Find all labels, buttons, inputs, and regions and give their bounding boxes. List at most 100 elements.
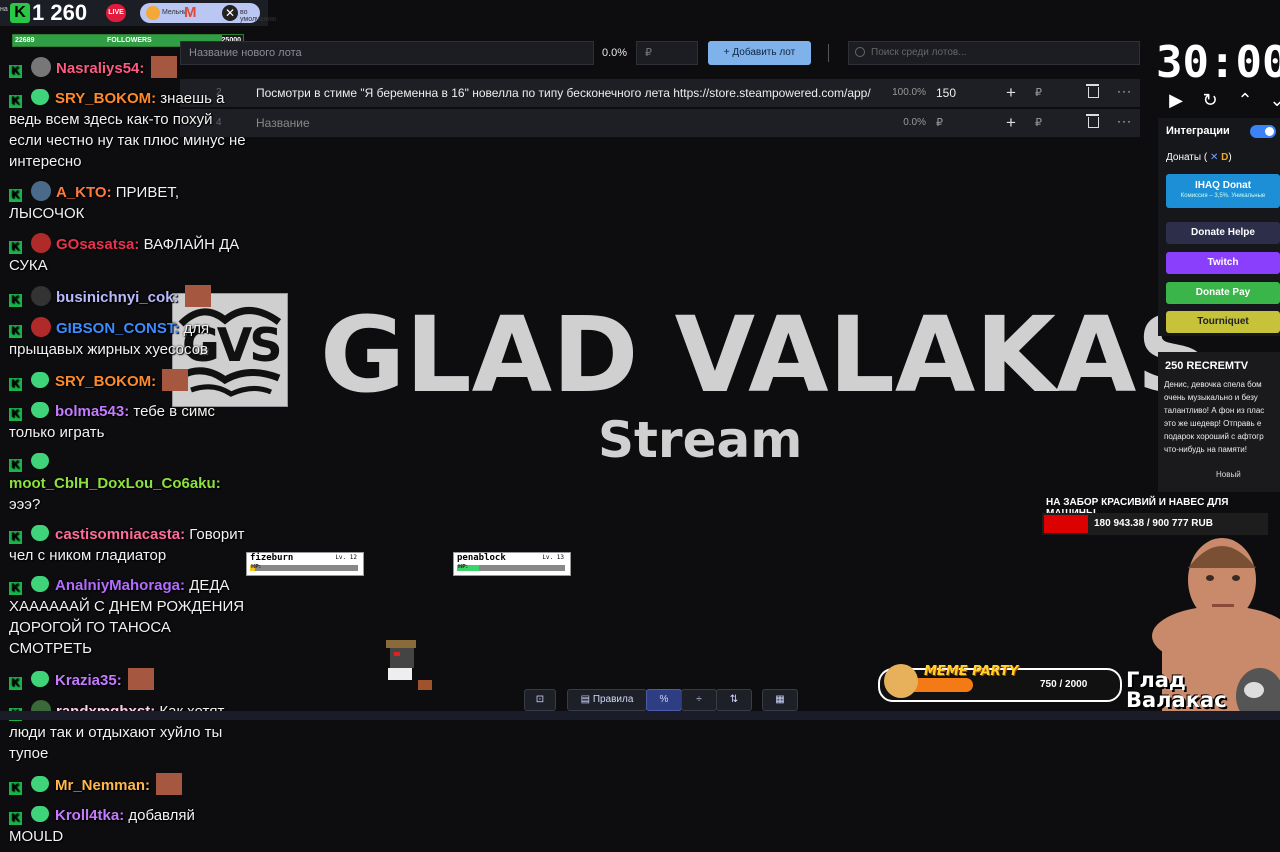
subscriber-badge-icon bbox=[31, 806, 49, 822]
chat-message: K GOsasatsa: ВАФЛАЙН ДА СУКА bbox=[0, 229, 252, 281]
rules-button[interactable]: ▤ Правила bbox=[567, 689, 647, 711]
meme-party-count: 750 / 2000 bbox=[1040, 679, 1088, 690]
subscriber-badge-icon bbox=[31, 671, 49, 687]
lot-row[interactable]: 4 Название 0.0% ₽ + ₽ ··· bbox=[180, 109, 1140, 137]
user-avatar bbox=[31, 57, 51, 77]
chat-username[interactable]: GOsasatsa bbox=[56, 236, 134, 253]
subscriber-badge-icon bbox=[31, 402, 49, 418]
add-amount-icon[interactable]: + bbox=[1006, 109, 1016, 137]
chevron-down-icon[interactable]: ⌄ bbox=[1268, 90, 1280, 112]
subscriber-badge-icon bbox=[31, 776, 49, 792]
chat-emote-icon bbox=[162, 369, 189, 391]
toolbar-divider bbox=[828, 44, 829, 62]
add-lot-button[interactable]: + Добавить лот bbox=[708, 41, 811, 65]
integrations-toggle[interactable] bbox=[1250, 125, 1276, 138]
more-icon[interactable]: ··· bbox=[1117, 79, 1132, 103]
player-card: fizeburn Lv. 12 HP: bbox=[246, 552, 364, 576]
chat-username[interactable]: bolma543 bbox=[55, 403, 124, 420]
reset-icon[interactable]: ↻ bbox=[1201, 90, 1219, 112]
chat-message: K Nasraliys54: bbox=[0, 52, 252, 84]
rules-label: Правила bbox=[592, 694, 634, 705]
donation-goal-fill bbox=[1044, 515, 1088, 533]
player-hp-bar: HP: bbox=[457, 564, 565, 571]
chat-message: K Krazia35: bbox=[0, 664, 252, 696]
chevron-up-icon[interactable]: ⌃ bbox=[1236, 90, 1254, 112]
more-icon[interactable]: ··· bbox=[1117, 109, 1132, 133]
divide-icon[interactable]: ÷ bbox=[681, 689, 717, 711]
kick-badge-icon: K bbox=[9, 294, 22, 307]
subscriber-badge-icon bbox=[31, 89, 49, 105]
chat-username[interactable]: castisomniacasta bbox=[55, 526, 180, 543]
chat-username[interactable]: Kroll4tka bbox=[55, 807, 119, 824]
chat-username[interactable]: Nasraliys54 bbox=[56, 60, 139, 77]
user-avatar bbox=[31, 317, 51, 337]
player-level: Lv. 12 bbox=[335, 554, 357, 561]
lot-amount[interactable]: 150 bbox=[936, 79, 956, 107]
service-twitch[interactable]: Twitch bbox=[1166, 252, 1280, 274]
percent-button[interactable]: % bbox=[646, 689, 682, 711]
user-avatar bbox=[31, 233, 51, 253]
chat-username[interactable]: Krazia35 bbox=[55, 672, 117, 689]
delete-icon[interactable] bbox=[1086, 114, 1099, 128]
kick-badge-icon: K bbox=[9, 582, 22, 595]
chat-emote-icon bbox=[150, 56, 177, 78]
percent-icon: % bbox=[659, 694, 669, 705]
pill-right-label: во умолчанию bbox=[240, 9, 277, 23]
x-icon: ✕ bbox=[1209, 152, 1219, 163]
service-ihaq-donat[interactable]: IHAQ Donat Комиссия – 3,5%. Уникальные bbox=[1166, 174, 1280, 208]
doge-icon bbox=[884, 664, 918, 698]
chat-username[interactable]: A_KTO bbox=[56, 184, 107, 201]
play-icon[interactable]: ▶ bbox=[1167, 90, 1185, 112]
chat-message: Krandxmghxst: Как хотят люди так и отдых… bbox=[0, 696, 252, 769]
add-amount-icon[interactable]: + bbox=[1006, 79, 1016, 107]
service-tourniquet[interactable]: Tourniquet bbox=[1166, 311, 1280, 333]
sort-icon[interactable]: ⇅ bbox=[716, 689, 752, 711]
player-level: Lv. 13 bbox=[542, 554, 564, 561]
d-logo-icon: D bbox=[1221, 152, 1229, 163]
service-donate-pay[interactable]: Donate Pay bbox=[1166, 282, 1280, 304]
lot-name[interactable]: Посмотри в стиме "Я беременна в 16" нове… bbox=[256, 79, 876, 107]
delete-icon[interactable] bbox=[1086, 84, 1099, 98]
chat-username[interactable]: SRY_BOKOM bbox=[55, 90, 151, 107]
search-placeholder: Поиск среди лотов... bbox=[871, 47, 967, 58]
chat-username[interactable]: moot_CblH_DoxLou_Co6aku bbox=[9, 475, 216, 492]
kick-badge-icon: K bbox=[9, 65, 22, 78]
lot-currency[interactable]: ₽ bbox=[1035, 109, 1042, 137]
lot-search-input[interactable]: Поиск среди лотов... bbox=[848, 41, 1140, 65]
lot-percent: 0.0% bbox=[903, 117, 926, 128]
clear-list-icon[interactable]: ▦ bbox=[762, 689, 798, 711]
pixel-character-icon bbox=[386, 640, 432, 690]
chat-message: Kbusinichnyi_cok: bbox=[0, 281, 252, 313]
chat-emote-icon bbox=[156, 773, 183, 795]
user-avatar bbox=[31, 181, 51, 201]
donations-label: Донаты ( ✕ D) bbox=[1166, 152, 1232, 163]
chat-username[interactable]: businichnyi_cok bbox=[56, 289, 174, 306]
subscriber-badge-icon bbox=[31, 525, 49, 541]
alert-header: 250 RECREMTV bbox=[1165, 360, 1249, 372]
rules-icon: ▤ bbox=[580, 694, 593, 705]
save-icon[interactable]: ⊡ bbox=[524, 689, 556, 711]
subscriber-badge-icon bbox=[31, 372, 49, 388]
service-donate-helper[interactable]: Donate Helpe bbox=[1166, 222, 1280, 244]
lot-row[interactable]: 2 Посмотри в стиме "Я беременна в 16" но… bbox=[180, 79, 1140, 107]
chat-message: K Mr_Nemman: bbox=[0, 769, 252, 801]
chat-username[interactable]: SRY_BOKOM bbox=[55, 373, 151, 390]
player-card: penablock Lv. 13 HP: bbox=[453, 552, 571, 576]
user-avatar bbox=[31, 286, 51, 306]
chat-message: K Kroll4tka: добавляй MOULD bbox=[9, 806, 195, 845]
lot-amount[interactable]: ₽ bbox=[936, 109, 943, 137]
lot-name[interactable]: Название bbox=[256, 109, 876, 137]
lot-currency[interactable]: ₽ bbox=[1035, 79, 1042, 107]
chat-message: K SRY_BOKOM: знаешь а ведь всем здесь как… bbox=[9, 89, 246, 170]
kick-badge-icon: K bbox=[9, 531, 22, 544]
chat-username[interactable]: GIBSON_CONST bbox=[56, 320, 174, 337]
chat-username[interactable]: Mr_Nemman bbox=[55, 777, 145, 794]
x-close-icon[interactable]: ✕ bbox=[222, 5, 238, 21]
stream-tools-pill[interactable]: Мельни M во умолчанию ✕ bbox=[140, 3, 276, 23]
logo-subtitle: Stream bbox=[598, 411, 803, 469]
lot-percent: 100.0% bbox=[892, 87, 926, 98]
subscriber-badge-icon bbox=[31, 453, 49, 469]
viewer-count: 1 260 bbox=[32, 0, 88, 25]
chat-username[interactable]: AnalniyMahoraga bbox=[55, 577, 180, 594]
new-lot-amount-input[interactable]: ₽ bbox=[636, 41, 698, 65]
